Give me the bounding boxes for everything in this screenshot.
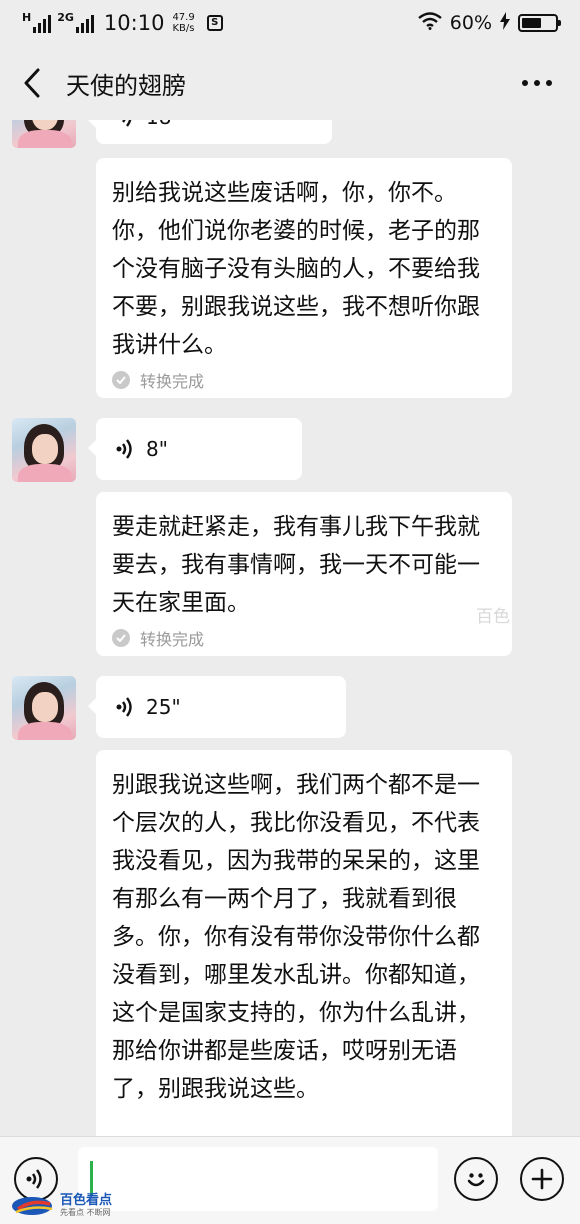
signal-h-icon: H — [22, 12, 52, 33]
voice-wave-icon — [26, 1169, 42, 1189]
emoji-button[interactable] — [454, 1157, 498, 1201]
voice-message-bubble[interactable]: 25" — [88, 676, 346, 738]
transcript-bubble[interactable]: 要走就赶紧走，我有事儿我下午我就要去，我有事情啊，我一天不可能一天在家里面。 转… — [96, 492, 512, 656]
voice-duration: 18" — [146, 120, 181, 129]
status-bar: H 2G 10:10 47.9 KB/s S 60% — [0, 0, 580, 46]
baise-kandian-logo: 百色看点 先看点 不断网 — [10, 1193, 112, 1217]
voice-wave-icon — [116, 438, 136, 460]
transcript-text: 别跟我说这些啊，我们两个都不是一个层次的人，我比你没看见，不代表我没看见，因为我… — [112, 772, 480, 1102]
logo-title: 百色看点 — [60, 1192, 113, 1208]
contact-avatar[interactable] — [12, 418, 76, 482]
watermark-text: 百色 — [476, 607, 510, 627]
logo-mark-icon — [10, 1193, 56, 1217]
check-circle-icon — [112, 629, 130, 647]
message-list[interactable]: 18" 别给我说这些废话啊，你，你不。你，他们说你老婆的时候，老子的那个没有脑子… — [0, 120, 580, 1136]
transcript-text: 要走就赶紧走，我有事儿我下午我就要去，我有事情啊，我一天不可能一天在家里面。 — [112, 514, 480, 616]
network-speed: 47.9 KB/s — [172, 12, 195, 34]
voice-message-bubble[interactable]: 18" — [88, 120, 332, 144]
chevron-left-icon — [24, 68, 40, 98]
text-cursor — [90, 1161, 93, 1195]
plus-icon — [531, 1168, 553, 1190]
voice-duration: 25" — [146, 695, 181, 719]
transcript-text: 别给我说这些废话啊，你，你不。你，他们说你老婆的时候，老子的那个没有脑子没有头脑… — [112, 180, 480, 358]
voice-message-bubble[interactable]: 8" — [88, 418, 302, 480]
battery-icon — [518, 14, 561, 32]
message-input[interactable] — [78, 1147, 438, 1211]
smiley-icon — [467, 1173, 485, 1187]
more-functions-button[interactable] — [520, 1157, 564, 1201]
battery-percent: 60% — [449, 12, 492, 34]
sim-icon: S — [206, 15, 223, 31]
charging-icon — [500, 11, 510, 35]
check-circle-icon — [112, 371, 130, 389]
back-button[interactable] — [4, 46, 60, 120]
conversion-status-label: 转换完成 — [140, 372, 205, 391]
conversion-status: 转换完成 — [112, 626, 496, 650]
voice-wave-icon — [116, 120, 136, 128]
voice-wave-icon — [116, 696, 136, 718]
logo-slogan: 先看点 不断网 — [60, 1207, 111, 1217]
transcript-bubble[interactable]: 别给我说这些废话啊，你，你不。你，他们说你老婆的时候，老子的那个没有脑子没有头脑… — [96, 158, 512, 398]
clock: 10:10 — [103, 11, 165, 35]
battery-fill — [522, 18, 542, 28]
voice-duration: 8" — [146, 437, 168, 461]
signal-2g-icon: 2G — [57, 12, 94, 33]
chat-title: 天使的翅膀 — [66, 71, 186, 100]
conversion-status-label: 转换完成 — [140, 630, 205, 649]
chat-header: 天使的翅膀 — [0, 46, 580, 120]
input-toolbar: 百色看点 先看点 不断网 — [0, 1136, 580, 1224]
wifi-icon — [418, 11, 442, 35]
more-options-button[interactable] — [522, 80, 552, 86]
contact-avatar[interactable] — [12, 120, 76, 148]
conversion-status: 转换完成 — [112, 368, 496, 392]
contact-avatar[interactable] — [12, 676, 76, 740]
transcript-bubble[interactable]: 别跟我说这些啊，我们两个都不是一个层次的人，我比你没看见，不代表我没看见，因为我… — [96, 750, 512, 1136]
